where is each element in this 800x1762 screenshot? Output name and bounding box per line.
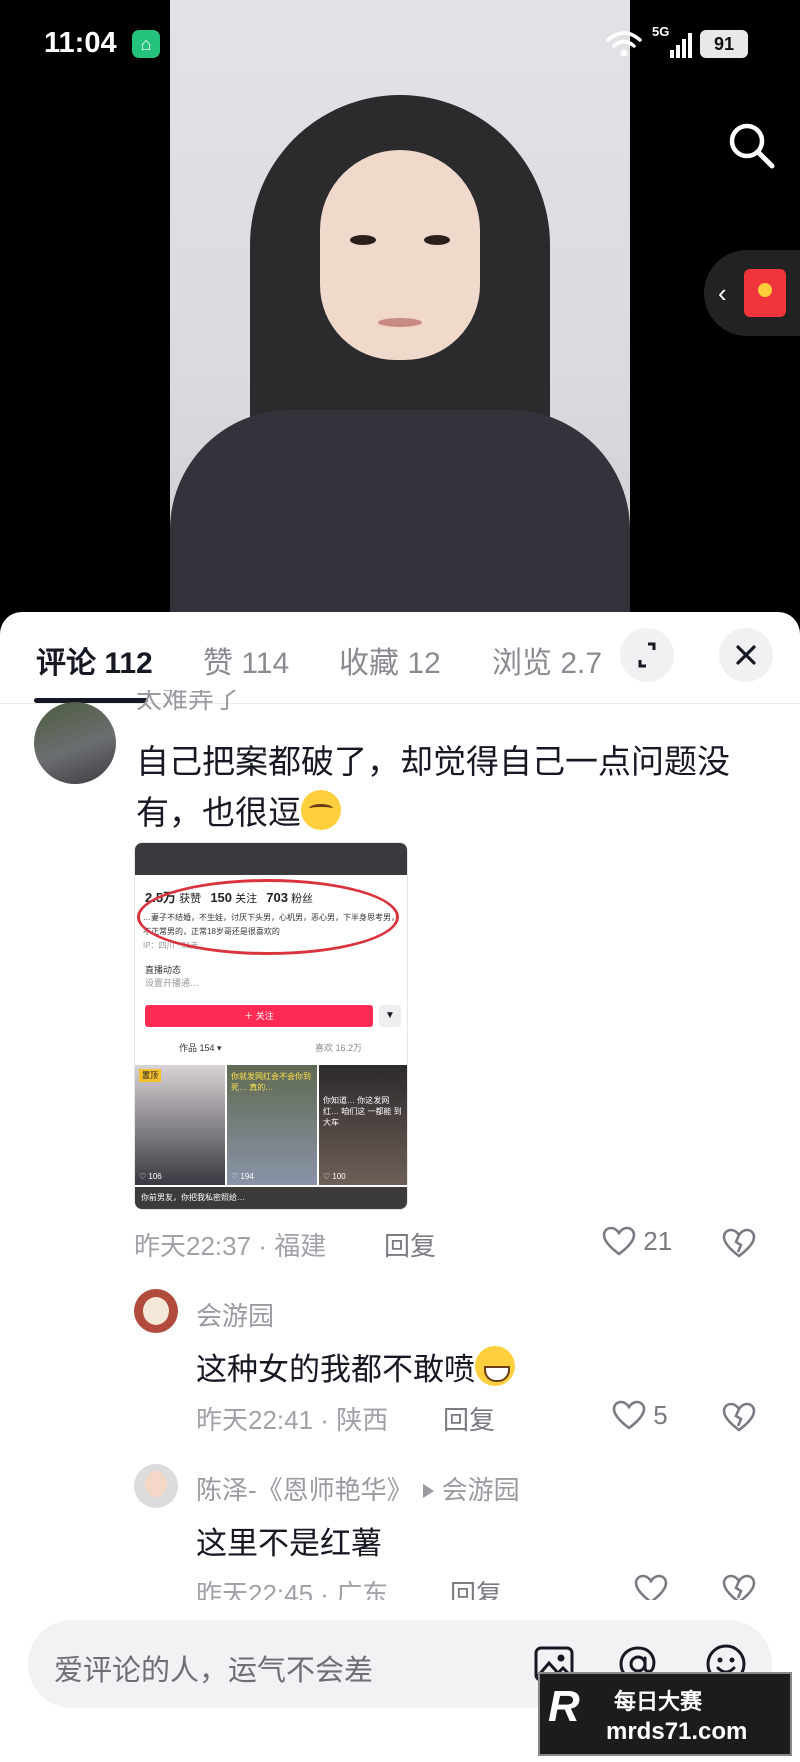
watermark-logo: R — [548, 1682, 580, 1731]
reply-author-line: 陈泽-《恩师艳华》 会游园 — [196, 1470, 520, 1507]
reply-button[interactable]: 回复 — [384, 1226, 436, 1263]
heart-icon — [612, 1400, 646, 1430]
crying-laughing-emoji-icon — [301, 790, 341, 830]
attachment-thumbnail: 你知道… 你这发网红… 咱们这 一都能 到大车 ♡ 100 — [319, 1065, 407, 1185]
reply-button[interactable]: 回复 — [443, 1400, 495, 1437]
tab-favorites[interactable]: 收藏 12 — [339, 638, 441, 682]
red-envelope-button[interactable]: ‹ — [704, 250, 800, 336]
watermark-title: 每日大赛 — [614, 1689, 703, 1714]
broken-heart-icon[interactable] — [722, 1228, 756, 1258]
portrait-eye-left — [350, 235, 376, 245]
comment-location: 福建 — [274, 1231, 327, 1261]
comment-input-placeholder: 爱评论的人，运气不会差 — [54, 1655, 374, 1687]
reply-author[interactable]: 会游园 — [196, 1296, 274, 1333]
attachment-live-row: 直播动态 设置开播通… — [145, 965, 200, 988]
search-icon[interactable] — [724, 118, 778, 172]
reply-arrow-icon — [422, 1484, 434, 1499]
close-button[interactable] — [719, 628, 773, 682]
portrait-face — [320, 150, 480, 360]
status-time: 11:04 — [44, 27, 117, 59]
watermark-url: mrds71.com — [606, 1718, 748, 1745]
like-count: 21 — [643, 1226, 673, 1256]
reply-text: 这种女的我都不敢喷 — [196, 1344, 515, 1389]
attachment-follow-button: ＋ 关注 — [145, 1005, 373, 1027]
comment-sheet: 评论 112 赞 114 收藏 12 浏览 2.7 太难弄了 自己把案都破了，却… — [0, 612, 800, 1762]
video-player[interactable]: 11:04 ⌂ 5G 91 ‹ — [0, 0, 800, 640]
portrait-body — [170, 410, 630, 615]
portrait-mouth — [378, 318, 422, 327]
red-annotation-circle — [137, 879, 399, 955]
battery-level: 91 — [700, 30, 748, 58]
avatar[interactable] — [34, 702, 116, 784]
like-count: 5 — [653, 1400, 668, 1430]
app-notification-icon: ⌂ — [132, 30, 160, 58]
close-icon — [736, 645, 756, 665]
expand-icon — [638, 642, 656, 668]
site-watermark: R 每日大赛 mrds71.com — [538, 1672, 792, 1756]
tab-views[interactable]: 浏览 2.7 — [492, 638, 602, 682]
signal-icon — [670, 33, 692, 58]
comment-text: 自己把案都破了，却觉得自己一点问题没有，也很逗 — [136, 736, 756, 838]
chevron-left-icon: ‹ — [718, 278, 727, 308]
portrait-eye-right — [424, 235, 450, 245]
grinning-sweat-emoji-icon — [475, 1346, 515, 1386]
attachment-header — [135, 843, 407, 875]
tab-likes[interactable]: 赞 114 — [203, 638, 289, 682]
like-button[interactable]: 21 — [602, 1226, 672, 1257]
comment-body: 自己把案都破了，却觉得自己一点问题没有，也很逗 — [136, 743, 730, 831]
avatar[interactable] — [134, 1464, 178, 1508]
tab-comments[interactable]: 评论 112 — [36, 638, 153, 682]
attachment-tabs: 作品 154 ▾ 喜欢 16.2万 — [179, 1043, 363, 1053]
comment-tabs: 评论 112 赞 114 收藏 12 浏览 2.7 — [0, 612, 800, 704]
like-button[interactable]: 5 — [612, 1400, 668, 1431]
comment-meta: 昨天22:37 · 福建 — [134, 1231, 327, 1261]
status-bar: 11:04 ⌂ 5G 91 — [0, 0, 800, 90]
expand-button[interactable] — [620, 628, 674, 682]
comment-image-attachment[interactable]: 2.5万 获赞 150 关注 703 粉丝 …妻子不结婚，不生娃，讨厌下头男，心… — [134, 842, 408, 1210]
attachment-thumbnail: 置顶 ♡ 106 — [135, 1065, 225, 1185]
broken-heart-icon[interactable] — [722, 1402, 756, 1432]
reply-author[interactable]: 陈泽-《恩师艳华》 — [196, 1475, 413, 1505]
comment-author[interactable]: 太难弄了 — [136, 690, 240, 718]
wifi-icon — [606, 31, 642, 57]
avatar[interactable] — [134, 1289, 178, 1333]
attachment-thumbnail: 你就发网红会不会你到死… 真的… ♡ 194 — [227, 1065, 317, 1185]
active-tab-indicator — [34, 698, 148, 703]
video-frame — [170, 0, 630, 615]
attachment-more-icon: ▼ — [379, 1005, 401, 1027]
reply-text: 这里不是红薯 — [196, 1526, 382, 1561]
red-envelope-icon — [744, 269, 786, 317]
attachment-thumbnail-row: 你前男友，你把我私密照给… — [135, 1187, 407, 1209]
heart-icon — [602, 1226, 636, 1256]
reply-meta: 昨天22:41 · 陕西 — [196, 1405, 389, 1435]
reply-to-author[interactable]: 会游园 — [442, 1475, 520, 1505]
comment-time: 昨天22:37 — [134, 1231, 252, 1261]
